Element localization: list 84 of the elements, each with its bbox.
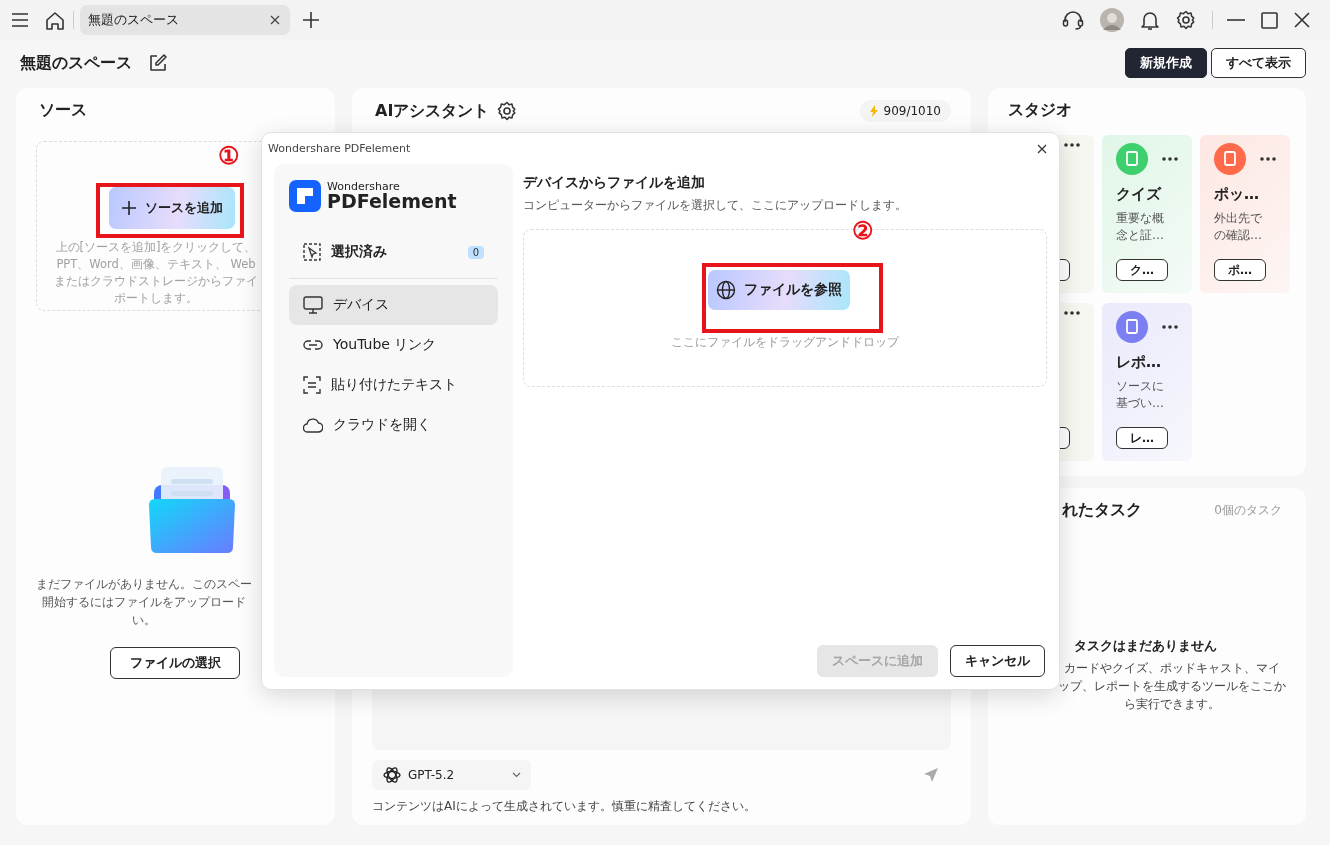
selection-icon: [303, 243, 321, 261]
empty-message: 開始するにはファイルをアップロード: [42, 594, 246, 611]
model-logo-icon: [382, 765, 402, 785]
chevron-down-icon: [512, 772, 521, 778]
nav-item[interactable]: 貼り付けたテキスト: [289, 365, 498, 405]
panel-title: AIアシスタント: [375, 100, 490, 122]
lightning-icon: [869, 105, 878, 117]
close-icon[interactable]: [270, 15, 280, 25]
dialog-heading: デバイスからファイルを追加: [523, 174, 706, 192]
tool-card[interactable]: クイズ 重要な概 念と証… ク…: [1102, 135, 1192, 293]
menu-icon[interactable]: [11, 13, 29, 27]
more-icon[interactable]: [1064, 311, 1080, 315]
empty-message: まだファイルがありません。このスペー: [36, 576, 252, 593]
nav-item[interactable]: YouTube リンク: [289, 325, 498, 365]
more-icon[interactable]: [1064, 143, 1080, 147]
home-icon[interactable]: [45, 10, 65, 30]
maximize-icon[interactable]: [1261, 11, 1278, 29]
tool-description: 基づい…: [1116, 395, 1164, 412]
settings-icon[interactable]: [1176, 10, 1196, 30]
tool-description: の確認…: [1214, 227, 1262, 244]
tool-title: レポ…: [1116, 353, 1162, 372]
tool-button[interactable]: ク…: [1116, 259, 1168, 281]
count-badge: 0: [467, 245, 484, 259]
model-select[interactable]: GPT-5.2: [372, 760, 531, 790]
tool-description: 念と証…: [1116, 227, 1164, 244]
tool-button[interactable]: ポ…: [1214, 259, 1266, 281]
disclaimer: コンテンツはAIによって生成されています。慎重に精査してください。: [372, 798, 757, 815]
panel-title: ソース: [39, 100, 88, 121]
empty-description: ップ、レポートを生成するツールをここか: [1058, 678, 1286, 695]
dialog-subheading: コンピューターからファイルを選択して、ここにアップロードします。: [523, 198, 908, 213]
headset-icon[interactable]: [1062, 10, 1084, 30]
plus-icon: [121, 200, 137, 216]
globe-icon: [716, 280, 736, 300]
tool-description: 重要な概: [1116, 210, 1164, 227]
logo-product: PDFelement: [327, 192, 457, 211]
tool-card[interactable]: レポ… ソースに 基づい… レ…: [1102, 303, 1192, 461]
upload-hint: またはクラウドストレージからファイ: [54, 273, 258, 290]
logo-icon: [289, 180, 321, 212]
tool-card[interactable]: ポッ… 外出先で の確認… ポ…: [1200, 135, 1290, 293]
empty-description: ら実行できます。: [1124, 696, 1220, 713]
empty-message: い。: [132, 612, 156, 629]
nav-item[interactable]: デバイス: [289, 285, 498, 325]
upload-hint: ポートします。: [114, 290, 198, 307]
bell-icon[interactable]: [1140, 9, 1160, 31]
browse-file-button[interactable]: ファイルを参照: [708, 270, 850, 310]
drop-hint: ここにファイルをドラッグアンドドロップ: [671, 334, 899, 351]
create-button[interactable]: 新規作成: [1125, 48, 1207, 78]
more-icon[interactable]: [1260, 157, 1276, 161]
monitor-icon: [303, 296, 323, 314]
logo-brand: Wondershare: [327, 181, 401, 192]
nav-item[interactable]: 選択済み 0: [289, 232, 498, 272]
upload-hint: PPT、Word、画像、テキスト、 Web: [56, 256, 256, 273]
credits-count: 909/1010: [883, 104, 941, 118]
tool-title: クイズ: [1116, 185, 1163, 204]
space-title: 無題のスペース: [20, 52, 132, 74]
close-icon[interactable]: [1037, 143, 1047, 154]
step-number: ①: [218, 144, 240, 168]
dialog-title: Wondershare PDFelement: [268, 142, 411, 155]
nav-item[interactable]: クラウドを開く: [289, 405, 498, 445]
select-file-button[interactable]: ファイルの選択: [110, 647, 240, 679]
more-icon[interactable]: [1162, 157, 1178, 161]
tool-title: ポッ…: [1214, 185, 1260, 204]
cloud-icon: [303, 417, 323, 433]
link-icon: [303, 339, 323, 351]
show-all-button[interactable]: すべて表示: [1211, 48, 1306, 78]
more-icon[interactable]: [1162, 325, 1178, 329]
panel-title: スタジオ: [1008, 100, 1073, 121]
plus-icon[interactable]: [302, 11, 320, 29]
tab[interactable]: 無題のスペース: [80, 5, 290, 35]
tool-description: 外出先で: [1214, 210, 1262, 227]
empty-description: カードやクイズ、ポッドキャスト、マイ: [1064, 660, 1280, 677]
task-count: 0個のタスク: [1214, 502, 1282, 519]
empty-title: タスクはまだありません: [1072, 637, 1218, 655]
text-scan-icon: [303, 376, 321, 394]
upload-hint: 上の[ソースを追加]をクリックして、: [55, 239, 257, 256]
settings-icon[interactable]: [497, 101, 518, 121]
avatar[interactable]: [1100, 8, 1124, 32]
panel-title: れたタスク: [1062, 500, 1142, 521]
edit-icon[interactable]: [148, 53, 168, 73]
tool-button[interactable]: レ…: [1116, 427, 1168, 449]
add-source-button[interactable]: ソースを追加: [109, 187, 235, 229]
close-icon[interactable]: [1294, 12, 1310, 28]
tool-description: ソースに: [1116, 378, 1164, 395]
cancel-button[interactable]: キャンセル: [950, 645, 1045, 677]
